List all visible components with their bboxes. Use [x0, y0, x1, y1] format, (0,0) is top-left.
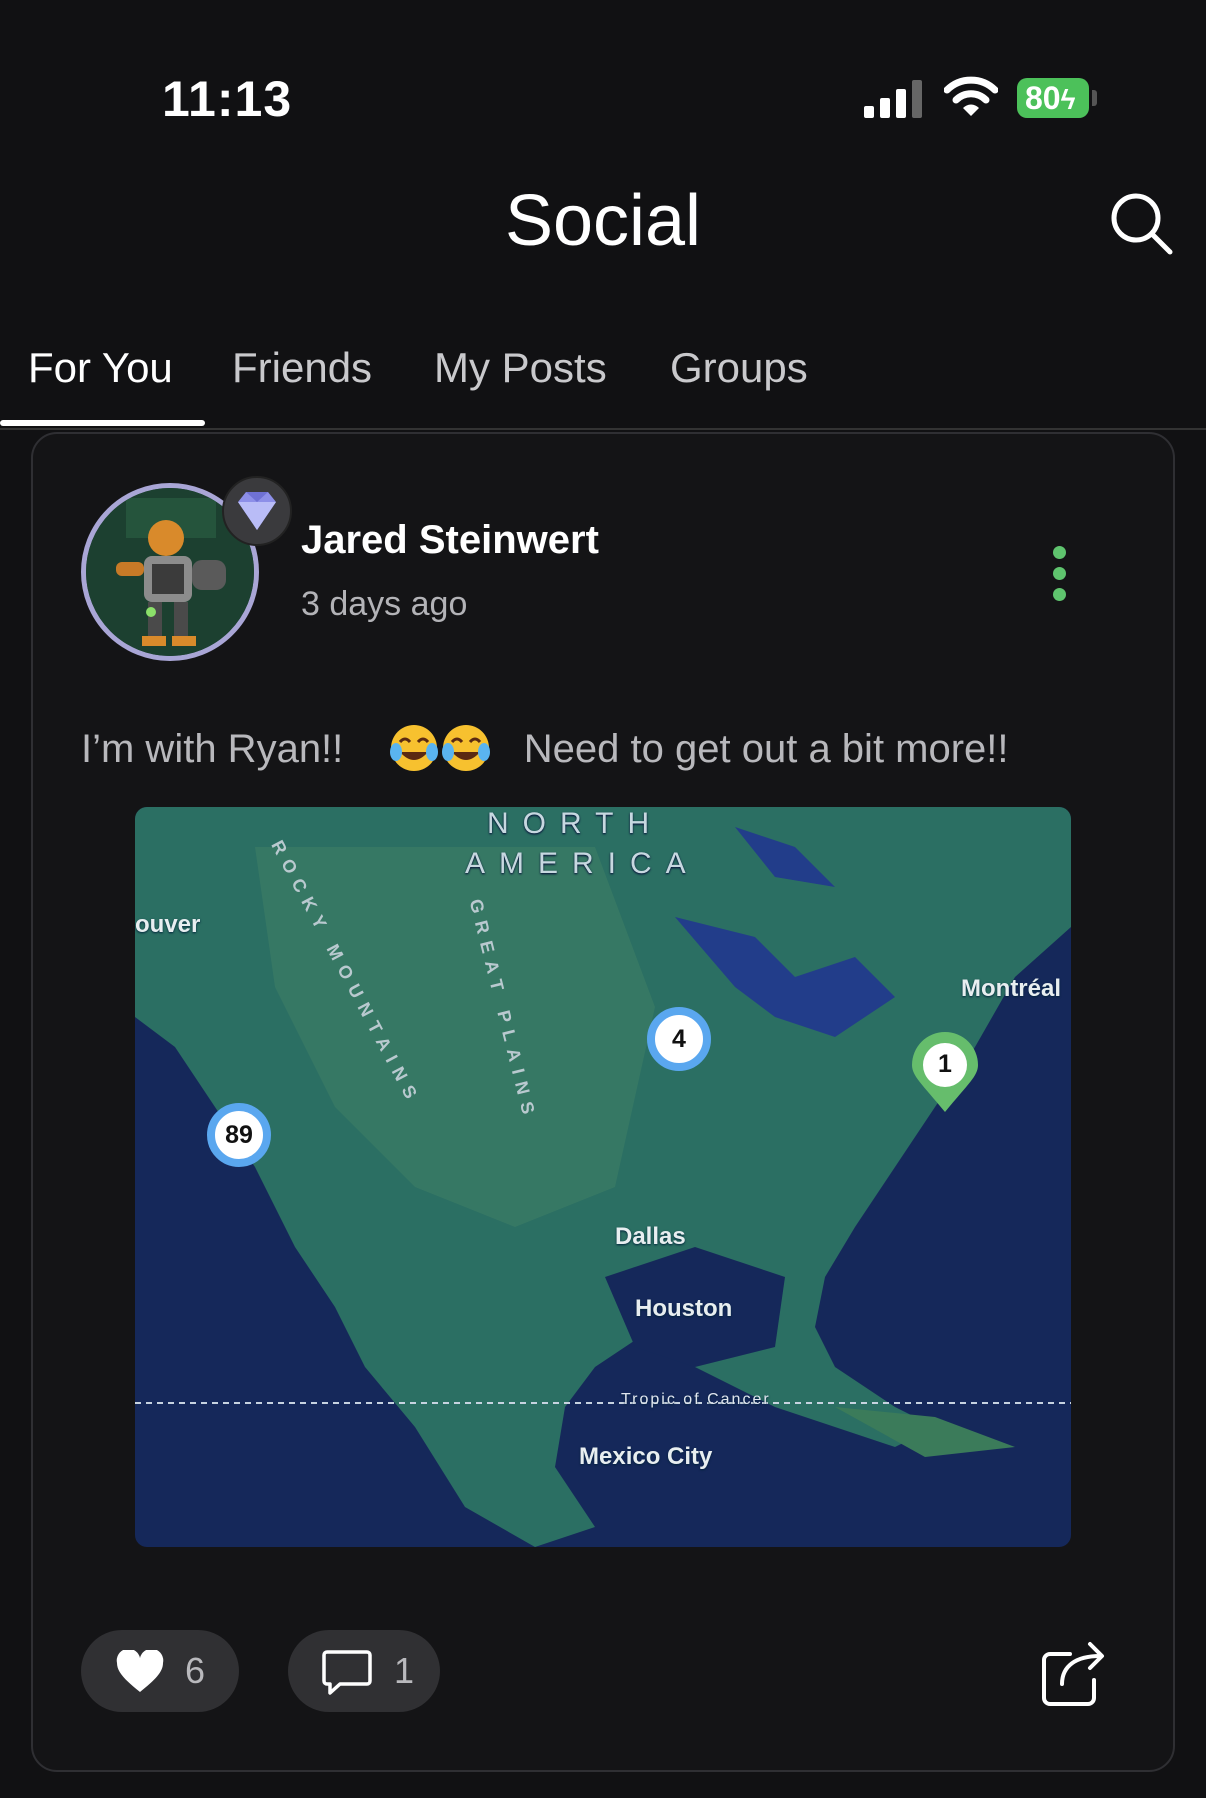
map-pin-count: 1	[938, 1050, 952, 1078]
more-dot	[1053, 546, 1066, 559]
page-title: Social	[504, 181, 702, 261]
tears-of-joy-emoji-icon	[389, 725, 438, 771]
diamond-badge	[222, 476, 292, 546]
cellular-signal-icon	[864, 80, 922, 118]
charging-bolt-icon: ϟ	[1060, 84, 1076, 115]
comment-count: 1	[394, 1650, 415, 1691]
status-bar: 11:13 80ϟ	[0, 0, 1206, 150]
tab-groups[interactable]: Groups	[670, 340, 808, 428]
post-text-start: I’m with Ryan!!	[81, 727, 344, 771]
map-city-label: Houston	[635, 1295, 733, 1322]
map-city-label: Dallas	[615, 1223, 686, 1250]
more-dot	[1053, 567, 1066, 580]
comment-icon	[322, 1650, 372, 1695]
like-button[interactable]: 6	[81, 1630, 239, 1712]
map-city-label: ouver	[135, 911, 201, 938]
more-dot	[1053, 588, 1066, 601]
post-author[interactable]: Jared Steinwert	[301, 518, 599, 563]
tab-bar: For You Friends My Posts Groups	[0, 340, 1206, 430]
map-pin-marker[interactable]: 1	[910, 1032, 980, 1114]
map-tropic-label: Tropic of Cancer	[621, 1391, 771, 1408]
battery-level: 80	[1025, 80, 1061, 116]
map-cluster-marker[interactable]: 89	[207, 1103, 271, 1167]
tab-for-you[interactable]: For You	[28, 340, 173, 428]
map-region-label: AMERICA	[465, 847, 700, 880]
tears-of-joy-emoji-icon	[441, 725, 490, 771]
comment-button[interactable]: 1	[288, 1630, 440, 1712]
post-text: I’m with Ryan!! Need to get out a bit mo…	[81, 722, 1009, 774]
map-background	[135, 807, 1071, 1547]
map-city-label: Mexico City	[579, 1443, 713, 1470]
heart-icon	[116, 1650, 164, 1692]
post-map[interactable]: NORTH AMERICA ROCKY MOUNTAINS GREAT PLAI…	[135, 807, 1071, 1547]
more-options-icon[interactable]	[1044, 546, 1074, 602]
wifi-icon	[944, 76, 998, 116]
diamond-icon	[238, 492, 276, 530]
like-count: 6	[185, 1650, 206, 1691]
status-time: 11:13	[162, 71, 293, 127]
battery-nub	[1092, 90, 1097, 106]
active-tab-indicator	[0, 420, 205, 426]
tab-friends[interactable]: Friends	[232, 340, 372, 428]
search-icon[interactable]	[1108, 190, 1174, 256]
share-icon[interactable]	[1040, 1634, 1108, 1708]
post-timestamp: 3 days ago	[301, 585, 468, 623]
tab-my-posts[interactable]: My Posts	[434, 340, 607, 428]
battery-indicator: 80ϟ	[1017, 78, 1089, 118]
map-cluster-marker[interactable]: 4	[647, 1007, 711, 1071]
post-text-end: Need to get out a bit more!!	[523, 727, 1009, 771]
map-region-label: NORTH	[487, 807, 664, 840]
map-city-label: Montréal	[961, 975, 1062, 1002]
